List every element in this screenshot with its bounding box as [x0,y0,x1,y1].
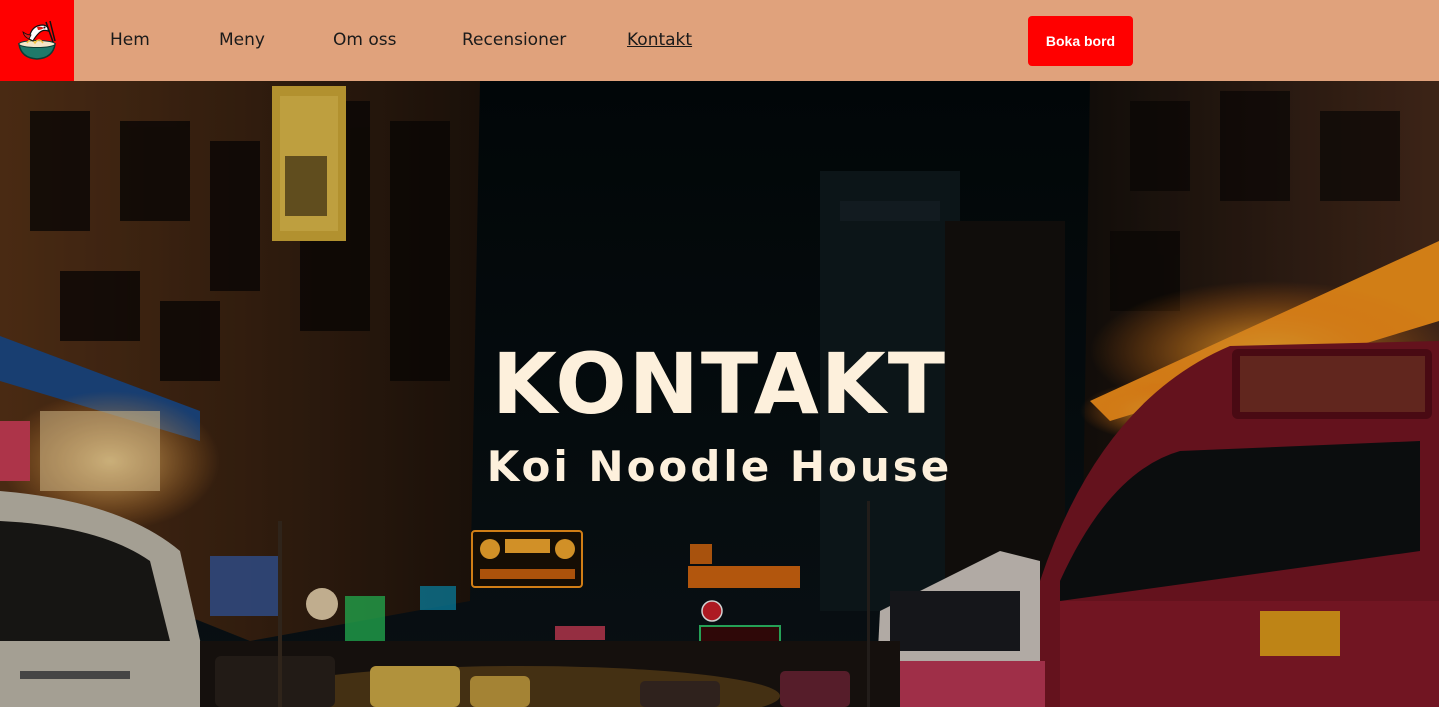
nav-item-om-oss[interactable]: Om oss [333,30,396,50]
hero-section: KONTAKT Koi Noodle House [0,81,1439,707]
nav-item-hem[interactable]: Hem [110,30,150,50]
nav-item-kontakt[interactable]: Kontakt [627,30,692,50]
nav-item-meny[interactable]: Meny [219,30,265,50]
page-title: KONTAKT [491,335,948,433]
nav-item-recensioner[interactable]: Recensioner [462,30,566,50]
book-table-button[interactable]: Boka bord [1028,16,1133,66]
logo-link[interactable] [0,0,74,81]
koi-fish-noodle-bowl-icon [18,20,56,60]
restaurant-name-subtitle: Koi Noodle House [486,442,953,491]
top-navigation-bar: Hem Meny Om oss Recensioner Kontakt Boka… [0,0,1439,81]
